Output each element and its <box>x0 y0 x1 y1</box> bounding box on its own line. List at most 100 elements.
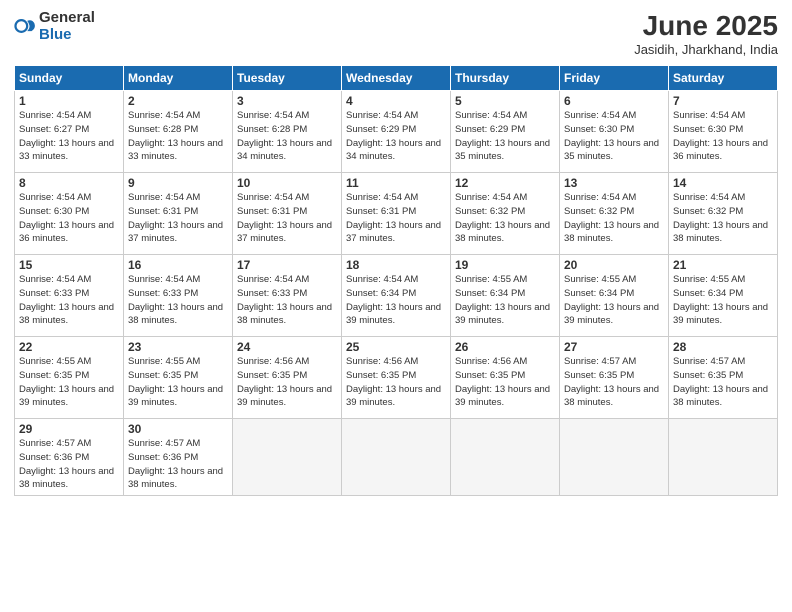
day-info: Sunrise: 4:55 AMSunset: 6:34 PMDaylight:… <box>455 274 550 326</box>
day-number: 23 <box>128 340 228 354</box>
calendar-page: General Blue June 2025 Jasidih, Jharkhan… <box>0 0 792 612</box>
logo-icon <box>14 15 36 37</box>
table-row: 20 Sunrise: 4:55 AMSunset: 6:34 PMDaylig… <box>560 255 669 337</box>
table-row: 12 Sunrise: 4:54 AMSunset: 6:32 PMDaylig… <box>451 173 560 255</box>
table-row: 7 Sunrise: 4:54 AMSunset: 6:30 PMDayligh… <box>669 91 778 173</box>
day-info: Sunrise: 4:55 AMSunset: 6:34 PMDaylight:… <box>673 274 768 326</box>
day-number: 1 <box>19 94 119 108</box>
day-info: Sunrise: 4:54 AMSunset: 6:28 PMDaylight:… <box>128 110 223 162</box>
day-number: 8 <box>19 176 119 190</box>
table-row: 5 Sunrise: 4:54 AMSunset: 6:29 PMDayligh… <box>451 91 560 173</box>
table-row: 1 Sunrise: 4:54 AMSunset: 6:27 PMDayligh… <box>15 91 124 173</box>
day-number: 9 <box>128 176 228 190</box>
header-saturday: Saturday <box>669 66 778 91</box>
day-number: 24 <box>237 340 337 354</box>
table-row <box>560 419 669 496</box>
day-info: Sunrise: 4:54 AMSunset: 6:28 PMDaylight:… <box>237 110 332 162</box>
header-wednesday: Wednesday <box>342 66 451 91</box>
table-row: 25 Sunrise: 4:56 AMSunset: 6:35 PMDaylig… <box>342 337 451 419</box>
day-info: Sunrise: 4:54 AMSunset: 6:29 PMDaylight:… <box>455 110 550 162</box>
day-number: 10 <box>237 176 337 190</box>
day-info: Sunrise: 4:57 AMSunset: 6:36 PMDaylight:… <box>19 438 114 490</box>
logo-general: General <box>39 10 95 27</box>
day-info: Sunrise: 4:56 AMSunset: 6:35 PMDaylight:… <box>455 356 550 408</box>
day-info: Sunrise: 4:54 AMSunset: 6:27 PMDaylight:… <box>19 110 114 162</box>
day-number: 11 <box>346 176 446 190</box>
day-info: Sunrise: 4:55 AMSunset: 6:35 PMDaylight:… <box>128 356 223 408</box>
table-row: 18 Sunrise: 4:54 AMSunset: 6:34 PMDaylig… <box>342 255 451 337</box>
table-row: 29 Sunrise: 4:57 AMSunset: 6:36 PMDaylig… <box>15 419 124 496</box>
day-number: 29 <box>19 422 119 436</box>
day-number: 14 <box>673 176 773 190</box>
day-number: 25 <box>346 340 446 354</box>
header-monday: Monday <box>124 66 233 91</box>
table-row: 21 Sunrise: 4:55 AMSunset: 6:34 PMDaylig… <box>669 255 778 337</box>
table-row: 28 Sunrise: 4:57 AMSunset: 6:35 PMDaylig… <box>669 337 778 419</box>
day-info: Sunrise: 4:55 AMSunset: 6:35 PMDaylight:… <box>19 356 114 408</box>
header-sunday: Sunday <box>15 66 124 91</box>
table-row: 27 Sunrise: 4:57 AMSunset: 6:35 PMDaylig… <box>560 337 669 419</box>
table-row: 4 Sunrise: 4:54 AMSunset: 6:29 PMDayligh… <box>342 91 451 173</box>
day-info: Sunrise: 4:57 AMSunset: 6:35 PMDaylight:… <box>564 356 659 408</box>
table-row: 17 Sunrise: 4:54 AMSunset: 6:33 PMDaylig… <box>233 255 342 337</box>
table-row: 6 Sunrise: 4:54 AMSunset: 6:30 PMDayligh… <box>560 91 669 173</box>
logo-text: General Blue <box>39 10 95 43</box>
table-row: 19 Sunrise: 4:55 AMSunset: 6:34 PMDaylig… <box>451 255 560 337</box>
table-row: 22 Sunrise: 4:55 AMSunset: 6:35 PMDaylig… <box>15 337 124 419</box>
day-number: 26 <box>455 340 555 354</box>
table-row: 26 Sunrise: 4:56 AMSunset: 6:35 PMDaylig… <box>451 337 560 419</box>
day-number: 13 <box>564 176 664 190</box>
day-number: 17 <box>237 258 337 272</box>
day-number: 3 <box>237 94 337 108</box>
header-thursday: Thursday <box>451 66 560 91</box>
table-row <box>451 419 560 496</box>
day-number: 19 <box>455 258 555 272</box>
day-number: 16 <box>128 258 228 272</box>
day-info: Sunrise: 4:56 AMSunset: 6:35 PMDaylight:… <box>346 356 441 408</box>
day-number: 12 <box>455 176 555 190</box>
table-row <box>342 419 451 496</box>
table-row: 13 Sunrise: 4:54 AMSunset: 6:32 PMDaylig… <box>560 173 669 255</box>
page-header: General Blue June 2025 Jasidih, Jharkhan… <box>14 10 778 57</box>
day-info: Sunrise: 4:54 AMSunset: 6:33 PMDaylight:… <box>19 274 114 326</box>
day-number: 20 <box>564 258 664 272</box>
table-row: 10 Sunrise: 4:54 AMSunset: 6:31 PMDaylig… <box>233 173 342 255</box>
header-friday: Friday <box>560 66 669 91</box>
table-row: 30 Sunrise: 4:57 AMSunset: 6:36 PMDaylig… <box>124 419 233 496</box>
day-info: Sunrise: 4:54 AMSunset: 6:32 PMDaylight:… <box>673 192 768 244</box>
day-number: 6 <box>564 94 664 108</box>
calendar-header-row: Sunday Monday Tuesday Wednesday Thursday… <box>15 66 778 91</box>
day-info: Sunrise: 4:54 AMSunset: 6:31 PMDaylight:… <box>346 192 441 244</box>
day-info: Sunrise: 4:54 AMSunset: 6:30 PMDaylight:… <box>19 192 114 244</box>
day-number: 4 <box>346 94 446 108</box>
table-row <box>669 419 778 496</box>
day-info: Sunrise: 4:57 AMSunset: 6:36 PMDaylight:… <box>128 438 223 490</box>
day-info: Sunrise: 4:54 AMSunset: 6:33 PMDaylight:… <box>237 274 332 326</box>
day-info: Sunrise: 4:54 AMSunset: 6:34 PMDaylight:… <box>346 274 441 326</box>
title-block: June 2025 Jasidih, Jharkhand, India <box>634 10 778 57</box>
calendar-table: Sunday Monday Tuesday Wednesday Thursday… <box>14 65 778 496</box>
month-title: June 2025 <box>634 10 778 42</box>
table-row: 15 Sunrise: 4:54 AMSunset: 6:33 PMDaylig… <box>15 255 124 337</box>
day-info: Sunrise: 4:55 AMSunset: 6:34 PMDaylight:… <box>564 274 659 326</box>
day-number: 15 <box>19 258 119 272</box>
table-row: 2 Sunrise: 4:54 AMSunset: 6:28 PMDayligh… <box>124 91 233 173</box>
day-info: Sunrise: 4:54 AMSunset: 6:32 PMDaylight:… <box>564 192 659 244</box>
day-number: 21 <box>673 258 773 272</box>
table-row <box>233 419 342 496</box>
table-row: 11 Sunrise: 4:54 AMSunset: 6:31 PMDaylig… <box>342 173 451 255</box>
location: Jasidih, Jharkhand, India <box>634 42 778 57</box>
table-row: 9 Sunrise: 4:54 AMSunset: 6:31 PMDayligh… <box>124 173 233 255</box>
table-row: 14 Sunrise: 4:54 AMSunset: 6:32 PMDaylig… <box>669 173 778 255</box>
table-row: 23 Sunrise: 4:55 AMSunset: 6:35 PMDaylig… <box>124 337 233 419</box>
day-number: 18 <box>346 258 446 272</box>
day-info: Sunrise: 4:54 AMSunset: 6:31 PMDaylight:… <box>128 192 223 244</box>
table-row: 16 Sunrise: 4:54 AMSunset: 6:33 PMDaylig… <box>124 255 233 337</box>
day-number: 5 <box>455 94 555 108</box>
logo: General Blue <box>14 10 95 43</box>
day-number: 28 <box>673 340 773 354</box>
day-info: Sunrise: 4:54 AMSunset: 6:31 PMDaylight:… <box>237 192 332 244</box>
day-number: 7 <box>673 94 773 108</box>
header-tuesday: Tuesday <box>233 66 342 91</box>
logo-blue: Blue <box>39 27 95 44</box>
